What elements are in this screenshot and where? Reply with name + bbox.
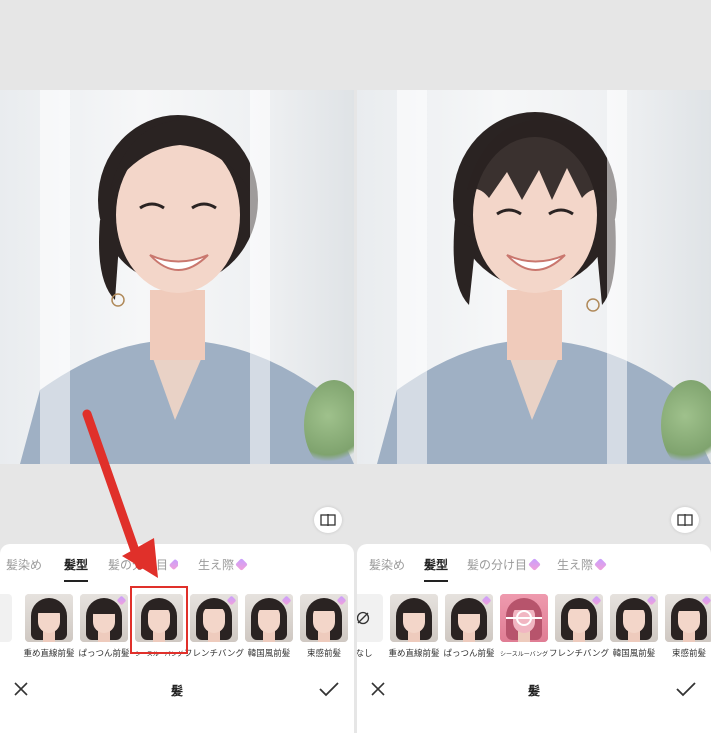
style-textured-bangs[interactable] [300,594,348,642]
tab-hair-part[interactable]: 髪の分け目 [467,556,541,573]
style-label: し [0,647,9,659]
none-icon [357,611,370,625]
tab-hair-color[interactable]: 髪染め [6,556,42,573]
style-label: 重め直線前髪 [23,649,75,659]
style-label: ぱっつん前髪 [78,649,130,659]
premium-gem-icon [168,558,178,571]
style-none[interactable] [357,594,383,642]
style-label: 韓国風前髪 [612,649,656,659]
highlight-box [130,586,188,654]
style-textured-bangs[interactable] [665,594,711,642]
style-label: フレンチバング [549,649,609,659]
portrait-photo-before [0,90,354,464]
tab-hair-color[interactable]: 髪染め [369,556,405,573]
style-french-bangs[interactable] [190,594,238,642]
category-tabs: 髪染め 髪型 髪の分け目 生え際 [357,556,711,582]
style-label: 束感前髪 [306,649,341,659]
bottom-bar: 髪 [0,678,354,702]
compare-button[interactable] [671,507,699,533]
style-label: ぱっつん前髪 [443,649,495,659]
style-heavy-straight-bangs[interactable] [25,594,73,642]
style-french-bangs[interactable] [555,594,603,642]
style-label: フレンチバング [184,649,244,659]
style-none[interactable] [0,594,12,642]
style-label: シースルーバング [500,651,548,658]
style-blunt-bangs[interactable] [80,594,128,642]
sheet-title: 髪 [170,684,183,698]
style-label: 韓国風前髪 [247,649,291,659]
sheet-title: 髪 [527,684,540,698]
check-icon[interactable] [675,680,697,698]
tab-hairline[interactable]: 生え際 [198,556,248,573]
style-label: 重め直線前髪 [388,649,440,659]
category-tabs: 髪染め 髪型 髪の分け目 生え際 [0,556,354,582]
style-blunt-bangs[interactable] [445,594,493,642]
style-heavy-straight-bangs[interactable] [390,594,438,642]
after-panel: 髪染め 髪型 髪の分け目 生え際 なし 重め直線前髪 ぱっつん前髪 シースルーバ… [357,0,711,733]
tab-hairstyle[interactable]: 髪型 [64,556,89,582]
tab-hair-part[interactable]: 髪の分け目 [108,556,178,573]
hair-editor-sheet: 髪染め 髪型 髪の分け目 生え際 し 重め直線前髪 ぱっつん前髪 シースルーバン… [0,544,354,733]
style-list: なし 重め直線前髪 ぱっつん前髪 シースルーバング フレンチバング 韓国風前髪 … [357,594,711,659]
adjust-knob-icon [516,610,532,626]
hair-editor-sheet: 髪染め 髪型 髪の分け目 生え際 なし 重め直線前髪 ぱっつん前髪 シースルーバ… [357,544,711,733]
portrait-photo-after [357,90,711,464]
compare-icon [320,514,336,526]
compare-button[interactable] [314,507,342,533]
style-see-through-bangs-selected[interactable] [500,594,548,642]
style-korean-bangs[interactable] [610,594,658,642]
premium-gem-icon [235,558,248,571]
tab-hairstyle[interactable]: 髪型 [424,556,449,582]
compare-icon [677,514,693,526]
check-icon[interactable] [318,680,340,698]
style-label: 束感前髪 [671,649,706,659]
before-panel: 髪染め 髪型 髪の分け目 生え際 し 重め直線前髪 ぱっつん前髪 シースルーバン… [0,0,354,733]
premium-gem-icon [528,558,541,571]
bottom-bar: 髪 [357,678,711,702]
premium-gem-icon [594,558,607,571]
tab-hairline[interactable]: 生え際 [557,556,607,573]
style-korean-bangs[interactable] [245,594,293,642]
